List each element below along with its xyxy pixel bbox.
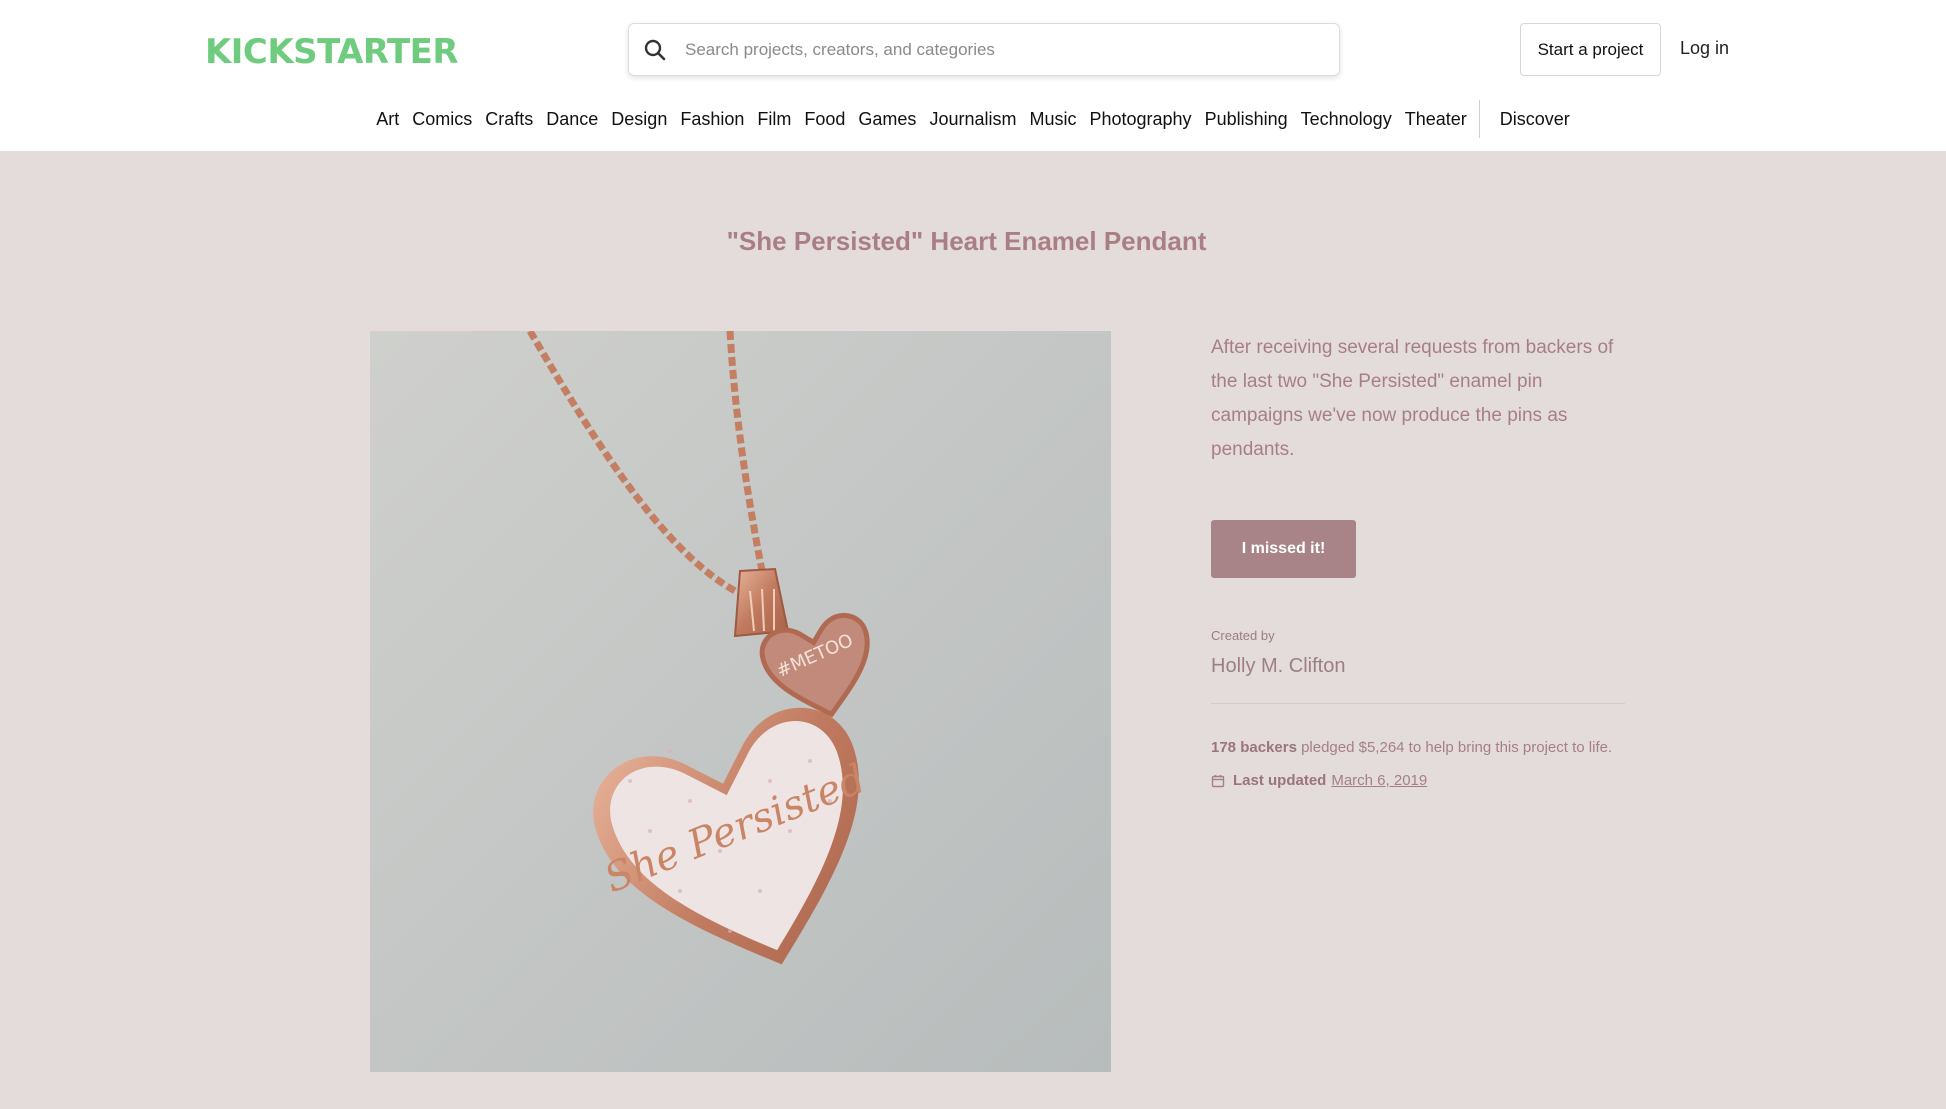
nav-item-discover[interactable]: Discover bbox=[1500, 109, 1570, 130]
nav-item-film[interactable]: Film bbox=[757, 109, 791, 130]
start-project-button[interactable]: Start a project bbox=[1520, 23, 1661, 76]
backers-count: 178 backers bbox=[1211, 739, 1297, 756]
nav-item-technology[interactable]: Technology bbox=[1301, 109, 1392, 130]
nav-item-games[interactable]: Games bbox=[858, 109, 916, 130]
nav-item-food[interactable]: Food bbox=[804, 109, 845, 130]
project-summary: After receiving several requests from ba… bbox=[1211, 331, 1625, 789]
last-updated-date-link[interactable]: March 6, 2019 bbox=[1331, 772, 1427, 789]
login-link[interactable]: Log in bbox=[1680, 38, 1729, 59]
funding-stats: 178 backers pledged $5,264 to help bring… bbox=[1211, 737, 1625, 758]
nav-divider bbox=[1479, 100, 1481, 138]
nav-item-photography[interactable]: Photography bbox=[1089, 109, 1191, 130]
search-icon bbox=[644, 39, 666, 60]
project-blurb: After receiving several requests from ba… bbox=[1211, 337, 1614, 460]
creator-name[interactable]: Holly M. Clifton bbox=[1211, 655, 1625, 678]
search-bar[interactable] bbox=[628, 23, 1340, 76]
nav-item-comics[interactable]: Comics bbox=[412, 109, 472, 130]
pendant-photo: She Persisted #METOO bbox=[370, 331, 1111, 1072]
missed-it-button[interactable]: I missed it! bbox=[1211, 520, 1356, 578]
svg-text:KICKSTARTER: KICKSTARTER bbox=[205, 32, 458, 70]
last-updated-label: Last updated bbox=[1233, 772, 1327, 789]
divider bbox=[1211, 703, 1625, 704]
nav-item-music[interactable]: Music bbox=[1029, 109, 1076, 130]
last-updated: Last updated March 6, 2019 bbox=[1211, 772, 1625, 789]
top-header: KICKSTARTER Start a project Log in Art C… bbox=[0, 0, 1946, 151]
project-title: "She Persisted" Heart Enamel Pendant bbox=[726, 226, 1207, 256]
nav-item-theater[interactable]: Theater bbox=[1405, 109, 1467, 130]
search-input[interactable] bbox=[685, 39, 1285, 60]
category-nav: Art Comics Crafts Dance Design Fashion F… bbox=[0, 100, 1946, 138]
kickstarter-logo[interactable]: KICKSTARTER bbox=[205, 30, 460, 70]
nav-item-crafts[interactable]: Crafts bbox=[485, 109, 533, 130]
calendar-icon bbox=[1211, 774, 1225, 787]
nav-item-dance[interactable]: Dance bbox=[546, 109, 598, 130]
nav-item-art[interactable]: Art bbox=[376, 109, 399, 130]
nav-item-design[interactable]: Design bbox=[611, 109, 667, 130]
pledge-text: pledged $5,264 to help bring this projec… bbox=[1296, 739, 1613, 756]
nav-item-publishing[interactable]: Publishing bbox=[1205, 109, 1288, 130]
nav-item-fashion[interactable]: Fashion bbox=[680, 109, 744, 130]
nav-item-journalism[interactable]: Journalism bbox=[929, 109, 1016, 130]
created-by-label: Created by bbox=[1211, 628, 1275, 643]
project-image[interactable]: She Persisted #METOO bbox=[370, 331, 1111, 1072]
